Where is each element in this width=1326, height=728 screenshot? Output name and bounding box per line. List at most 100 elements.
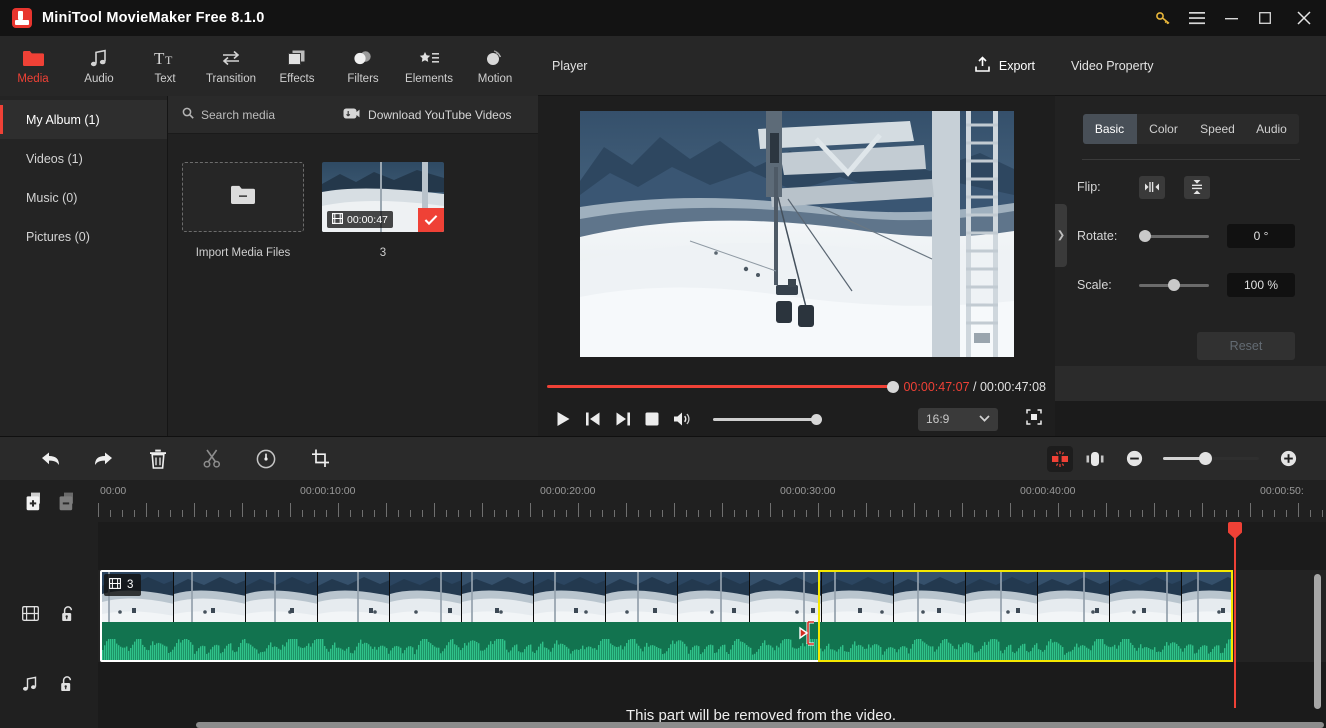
speed-button[interactable] <box>249 437 283 481</box>
folder-plus-icon <box>230 184 256 210</box>
ruler-major-tick <box>578 503 579 517</box>
seek-handle[interactable] <box>887 380 900 393</box>
album-item-my-album[interactable]: My Album (1) <box>0 100 167 139</box>
playhead-handle[interactable] <box>1228 522 1242 539</box>
motion-ball-icon <box>484 47 506 69</box>
rotate-handle[interactable] <box>1139 230 1151 242</box>
import-media-cell[interactable]: Import Media Files <box>182 162 304 259</box>
flip-vertical-icon[interactable] <box>1184 175 1210 199</box>
collapse-property-panel-handle[interactable]: ❯ <box>1055 204 1067 267</box>
chevron-down-icon <box>979 414 990 424</box>
crop-button[interactable] <box>303 437 337 481</box>
zoom-out-button[interactable] <box>1117 437 1151 481</box>
redo-button[interactable] <box>87 437 121 481</box>
play-button[interactable] <box>556 411 571 427</box>
tab-color[interactable]: Color <box>1137 114 1191 144</box>
maximize-icon[interactable] <box>1248 0 1282 36</box>
split-scissors-button[interactable] <box>195 437 229 481</box>
scale-slider[interactable] <box>1139 279 1209 291</box>
split-clip-button[interactable] <box>1047 445 1073 472</box>
aspect-ratio-select[interactable]: 16:9 <box>918 407 998 431</box>
media-thumbnail[interactable]: 00:00:47 <box>322 162 444 232</box>
scale-value[interactable]: 100 % <box>1227 273 1295 297</box>
seek-slider[interactable] <box>547 380 900 393</box>
tab-basic[interactable]: Basic <box>1082 114 1137 144</box>
minimize-icon[interactable] <box>1214 0 1248 36</box>
clip-frame <box>822 572 894 626</box>
fullscreen-icon[interactable] <box>1026 408 1042 430</box>
media-toolbar: Search media Download YouTube Videos <box>168 96 538 134</box>
ruler-minor-tick <box>1238 510 1239 517</box>
timeline-clip[interactable]: 3 <box>100 570 1233 662</box>
nav-tab-transition[interactable]: Transition <box>198 36 264 96</box>
fit-timeline-button[interactable] <box>1078 437 1112 481</box>
zoom-in-button[interactable] <box>1271 437 1305 481</box>
timeline-vertical-scrollbar[interactable] <box>1314 574 1321 709</box>
stop-button[interactable] <box>645 412 659 426</box>
menu-icon[interactable] <box>1180 0 1214 36</box>
nav-tab-audio[interactable]: Audio <box>66 36 132 96</box>
timeline-zoom-slider[interactable] <box>1163 452 1259 465</box>
nav-tab-media-label: Media <box>17 73 49 85</box>
ruler-minor-tick <box>410 510 411 517</box>
import-media-dropzone[interactable] <box>182 162 304 232</box>
rotate-value[interactable]: 0 ° <box>1227 224 1295 248</box>
tab-audio[interactable]: Audio <box>1245 114 1299 144</box>
previous-frame-button[interactable] <box>585 411 601 427</box>
ruler-major-tick <box>1010 503 1011 517</box>
video-preview[interactable] <box>579 110 1014 357</box>
nav-tab-media[interactable]: Media <box>0 36 66 96</box>
ruler-major-tick <box>1298 503 1299 517</box>
flip-horizontal-icon[interactable] <box>1139 175 1165 199</box>
media-duration-badge: 00:00:47 <box>327 211 393 228</box>
timeline-zoom-handle[interactable] <box>1199 452 1212 465</box>
volume-slider[interactable] <box>713 413 822 425</box>
timeline-horizontal-scrollbar[interactable] <box>196 722 1324 728</box>
nav-tab-filters[interactable]: Filters <box>330 36 396 96</box>
ruler-minor-tick <box>662 510 663 517</box>
nav-tab-motion[interactable]: Motion <box>462 36 528 96</box>
remove-track-icon[interactable] <box>59 492 78 516</box>
media-item[interactable]: 00:00:47 3 <box>322 162 444 259</box>
main-nav-tabs: Media Audio TT Text Transition Effects F… <box>0 36 538 96</box>
ruler-major-tick <box>1202 503 1203 517</box>
download-youtube-button[interactable]: Download YouTube Videos <box>343 107 512 123</box>
rotate-slider[interactable] <box>1139 230 1209 242</box>
nav-tab-effects[interactable]: Effects <box>264 36 330 96</box>
add-track-icon[interactable] <box>26 492 45 516</box>
time-separator: / <box>969 379 980 394</box>
volume-handle[interactable] <box>811 413 822 425</box>
timeline-ruler-scale: 00:00 00:00:10:00 00:00:20:00 00:00:30:00 00… <box>98 480 1326 522</box>
ruler-minor-tick <box>1178 510 1179 517</box>
scale-handle[interactable] <box>1168 279 1180 291</box>
album-item-pictures[interactable]: Pictures (0) <box>0 217 167 256</box>
album-item-videos[interactable]: Videos (1) <box>0 139 167 178</box>
ruler-minor-tick <box>122 510 123 517</box>
reset-button[interactable]: Reset <box>1197 332 1295 360</box>
next-frame-button[interactable] <box>615 411 631 427</box>
flip-label: Flip: <box>1077 180 1101 194</box>
audio-track-header <box>0 662 98 710</box>
ruler-minor-tick <box>1274 510 1275 517</box>
search-media-input[interactable]: Search media <box>182 107 275 122</box>
export-button[interactable]: Export <box>974 55 1035 76</box>
volume-icon[interactable] <box>673 411 691 427</box>
media-selected-check[interactable] <box>418 208 444 232</box>
timeline-ruler[interactable]: 00:00 00:00:10:00 00:00:20:00 00:00:30:00 00… <box>0 480 1326 522</box>
close-icon[interactable] <box>1282 0 1326 36</box>
youtube-download-icon <box>343 107 360 123</box>
audio-track-unlock-icon[interactable] <box>60 675 74 697</box>
album-item-label: Music (0) <box>26 190 78 205</box>
nav-tab-elements[interactable]: Elements <box>396 36 462 96</box>
ruler-minor-tick <box>266 510 267 517</box>
layers-icon <box>287 47 307 69</box>
timeline-tracks-area[interactable]: 3 This part will be removed from the vid… <box>98 522 1326 728</box>
video-track-unlock-icon[interactable] <box>61 605 75 627</box>
tab-speed[interactable]: Speed <box>1191 114 1245 144</box>
timeline-playhead[interactable] <box>1228 522 1242 708</box>
key-icon[interactable] <box>1146 0 1180 36</box>
delete-button[interactable] <box>141 437 175 481</box>
album-item-music[interactable]: Music (0) <box>0 178 167 217</box>
nav-tab-text[interactable]: TT Text <box>132 36 198 96</box>
undo-button[interactable] <box>33 437 67 481</box>
